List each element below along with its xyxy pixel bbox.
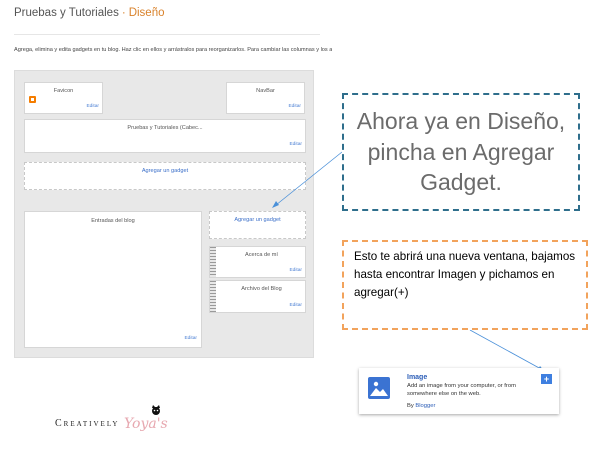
brand-logo-text: Creatively — [55, 418, 120, 429]
gadget-author: By Blogger — [407, 403, 435, 409]
by-label: By — [407, 403, 414, 409]
instruction-callout-2: Esto te abrirá una nueva ventana, bajamo… — [342, 240, 588, 330]
image-icon — [368, 377, 390, 399]
image-gadget-card[interactable]: Image Add an image from your computer, o… — [359, 368, 559, 414]
gadget-name[interactable]: Image — [407, 374, 427, 381]
instruction-callout-1: Ahora ya en Diseño, pincha en Agregar Ga… — [342, 93, 580, 211]
image-icon-graphic — [370, 381, 388, 396]
author-link[interactable]: Blogger — [415, 403, 435, 409]
callout-text: Ahora ya en Diseño, pincha en Agregar Ga… — [356, 108, 566, 196]
gadget-description: Add an image from your computer, or from… — [407, 383, 516, 397]
callout-text: Esto te abrirá una nueva ventana, bajamo… — [354, 250, 576, 299]
arrow-to-add-gadget — [272, 151, 343, 208]
arrow-to-plus-button — [469, 329, 545, 372]
add-image-gadget-button[interactable]: + — [541, 374, 552, 384]
brand-logo-script: Yoya's — [124, 416, 168, 432]
